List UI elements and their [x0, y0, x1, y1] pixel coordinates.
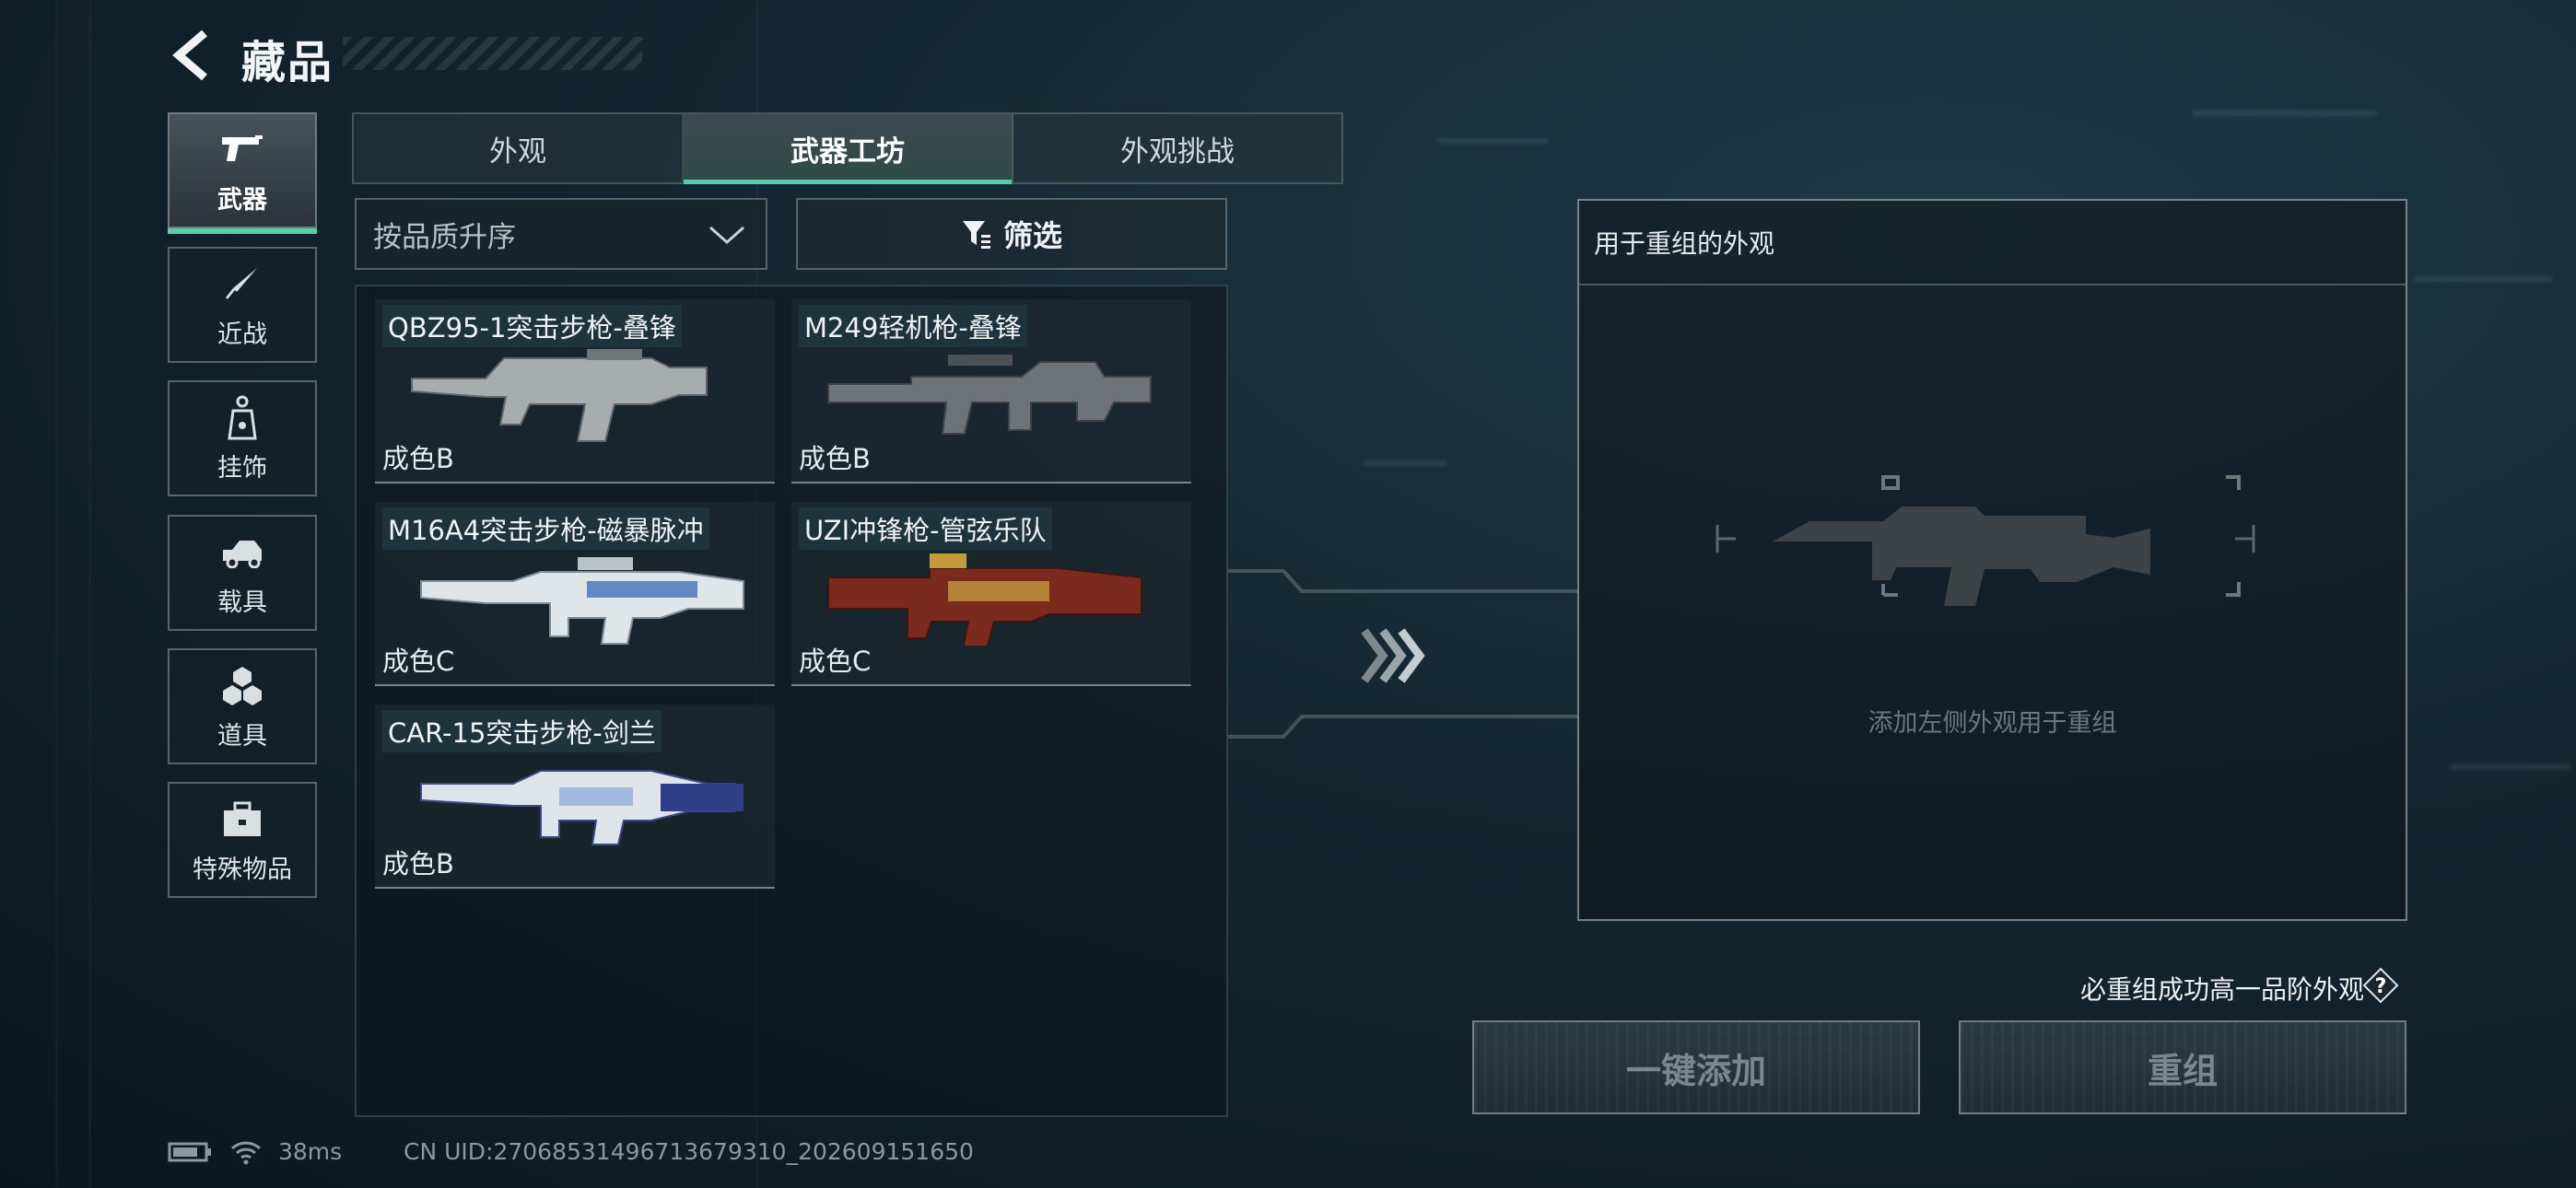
pistol-icon [218, 126, 266, 174]
sidebar-item-label: 特殊物品 [193, 855, 292, 884]
sidebar-item-vehicles[interactable]: 载具 [168, 515, 317, 631]
machine-gun-thumbnail-icon [827, 355, 1152, 435]
sidebar-item-label: 近战 [217, 320, 267, 349]
item-card[interactable]: M249轻机枪-叠锋 成色B [791, 299, 1191, 483]
item-name: UZI冲锋枪-管弦乐队 [799, 507, 1052, 550]
sidebar-item-label: 载具 [217, 588, 267, 617]
item-card[interactable]: UZI冲锋枪-管弦乐队 成色C [791, 502, 1191, 686]
recombine-hint: 添加左侧外观用于重组 [1868, 709, 2117, 738]
recombine-button[interactable]: 重组 [1959, 1020, 2406, 1114]
filter-icon [962, 221, 990, 249]
recombine-panel-title: 用于重组的外观 [1579, 201, 2406, 285]
item-grade: 成色B [799, 443, 871, 474]
status-bar: 38ms [168, 1138, 342, 1165]
wifi-icon [230, 1141, 262, 1164]
filter-label: 筛选 [1002, 218, 1062, 253]
weapon-placeholder-icon [1715, 475, 2255, 606]
item-grade: 成色B [382, 443, 454, 474]
ping-value: 38ms [278, 1138, 343, 1165]
tab-weapon-workshop[interactable]: 武器工坊 [684, 114, 1013, 184]
car-icon [218, 529, 266, 577]
guarantee-text: 必重组成功高一品阶外观 [2079, 974, 2364, 1005]
tab-appearance[interactable]: 外观 [354, 114, 684, 182]
add-all-label: 一键添加 [1625, 1050, 1766, 1091]
recombine-panel: 用于重组的外观 添加左侧外观用于重组 [1577, 199, 2407, 921]
sidebar-item-special[interactable]: 特殊物品 [168, 782, 317, 898]
chevron-down-icon [709, 226, 744, 245]
add-all-button[interactable]: 一键添加 [1472, 1020, 1920, 1114]
connector-arrows-icon [1228, 569, 1578, 739]
smg-thumbnail-icon [827, 553, 1142, 646]
title-decoration [343, 37, 642, 70]
sidebar-item-props[interactable]: 道具 [168, 648, 317, 764]
user-uid: CN UID:27068531496713679310_202609151650 [404, 1138, 974, 1165]
sidebar-item-label: 武器 [217, 185, 267, 215]
recombine-label: 重组 [2147, 1050, 2218, 1091]
back-arrow-icon[interactable] [168, 28, 214, 83]
page-title: 藏品 [241, 37, 334, 88]
item-card[interactable]: M16A4突击步枪-磁暴脉冲 成色C [375, 502, 775, 686]
charm-icon [218, 394, 266, 442]
sidebar-item-label: 挂饰 [217, 453, 267, 483]
sort-label: 按品质升序 [373, 220, 516, 254]
item-grade: 成色B [382, 848, 454, 879]
rifle-thumbnail-icon [420, 770, 744, 845]
item-name: M16A4突击步枪-磁暴脉冲 [382, 507, 709, 550]
sort-dropdown[interactable]: 按品质升序 [355, 198, 767, 270]
item-grade: 成色C [799, 646, 872, 677]
battery-icon [168, 1142, 211, 1161]
svg-text:?: ? [2375, 975, 2387, 998]
cubes-icon [218, 662, 266, 710]
sidebar-item-melee[interactable]: 近战 [168, 247, 317, 363]
toolbox-icon [218, 796, 266, 844]
tab-bar: 外观 武器工坊 外观挑战 [352, 112, 1343, 184]
item-card[interactable]: QBZ95-1突击步枪-叠锋 成色B [375, 299, 775, 483]
sidebar-item-weapons[interactable]: 武器 [168, 112, 317, 234]
filter-button[interactable]: 筛选 [796, 198, 1227, 270]
rifle-thumbnail-icon [420, 557, 744, 645]
knife-icon [218, 261, 266, 309]
tab-appearance-challenge[interactable]: 外观挑战 [1013, 114, 1341, 182]
item-grid: QBZ95-1突击步枪-叠锋 成色B M249轻机枪-叠锋 成色B M16A4突… [355, 285, 1228, 1117]
sidebar-item-label: 道具 [217, 721, 267, 751]
rifle-thumbnail-icon [411, 349, 708, 442]
item-name: CAR-15突击步枪-剑兰 [382, 710, 662, 752]
help-icon[interactable]: ? [2362, 967, 2399, 1004]
item-name: M249轻机枪-叠锋 [799, 305, 1027, 347]
item-grade: 成色C [382, 646, 455, 677]
item-name: QBZ95-1突击步枪-叠锋 [382, 305, 682, 347]
sidebar-item-charms[interactable]: 挂饰 [168, 380, 317, 496]
item-card[interactable]: CAR-15突击步枪-剑兰 成色B [375, 705, 775, 889]
